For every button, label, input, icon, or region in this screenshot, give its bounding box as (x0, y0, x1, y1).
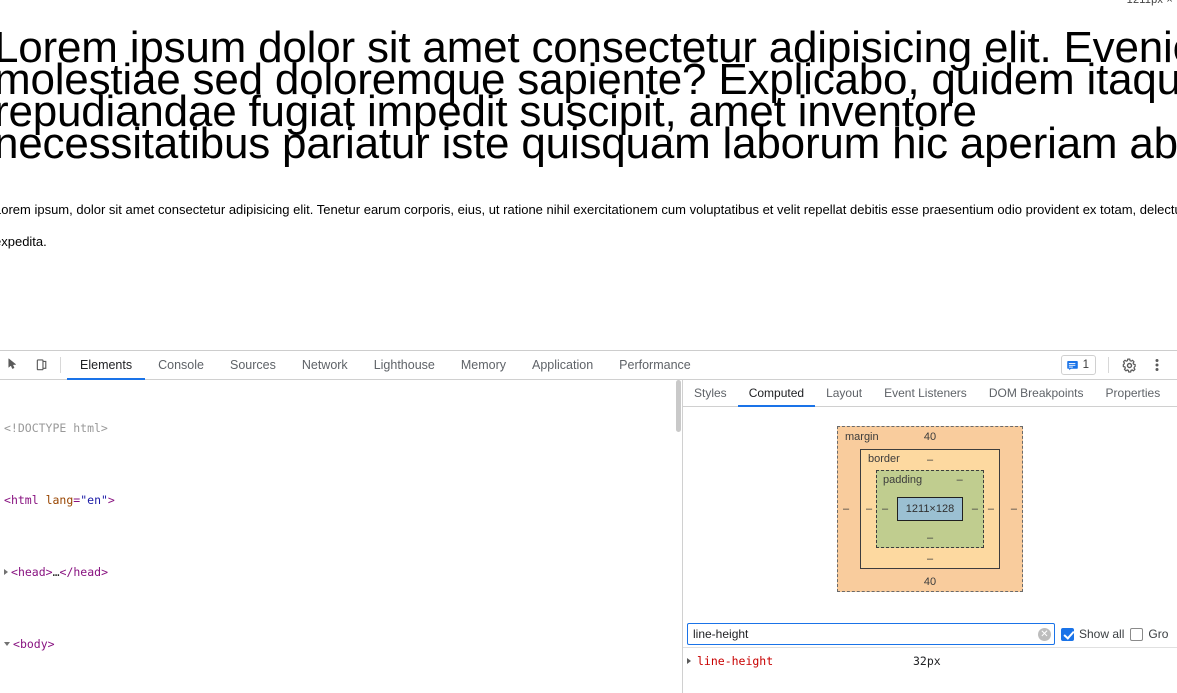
margin-left-value[interactable]: – (843, 503, 849, 515)
tab-styles[interactable]: Styles (683, 380, 738, 406)
dom-row-body[interactable]: <body> (0, 635, 682, 653)
property-value: 32px (913, 654, 941, 668)
gear-icon[interactable] (1115, 358, 1143, 373)
clear-icon[interactable]: ✕ (1038, 627, 1051, 641)
toolbar-divider (60, 357, 61, 373)
computed-property-row[interactable]: line-height 32px (683, 652, 1177, 670)
box-model-padding[interactable]: padding – – – – 1211×128 (876, 470, 984, 548)
head-close-tag-name: head (73, 565, 102, 579)
page-container: Lorem ipsum dolor sit amet consectetur a… (0, 0, 1177, 258)
console-message-badge[interactable]: 1 (1060, 355, 1096, 375)
scrollbar-thumb[interactable] (676, 380, 681, 432)
page-heading-p1: Lorem ipsum dolor sit amet consectetur a… (0, 23, 1177, 168)
collapse-triangle-icon[interactable] (4, 642, 10, 646)
more-tabs-icon[interactable]: » (1171, 380, 1177, 406)
property-name: line-height (697, 654, 774, 668)
tab-lighthouse[interactable]: Lighthouse (361, 351, 448, 379)
group-checkbox[interactable] (1130, 627, 1144, 641)
tab-application[interactable]: Application (519, 351, 606, 379)
page-paragraph-p2: Lorem ipsum, dolor sit amet consectetur … (0, 202, 1177, 249)
dom-row-doctype[interactable]: <!DOCTYPE html> (0, 419, 682, 437)
dom-row-head[interactable]: <head>…</head> (0, 563, 682, 581)
devtools-toolbar: Elements Console Sources Network Lightho… (0, 351, 1177, 380)
box-model-margin[interactable]: margin 40 40 – – border – – – – padding … (837, 426, 1023, 592)
devtools-panel: Elements Console Sources Network Lightho… (0, 350, 1177, 693)
collapsed-ellipsis: … (52, 565, 60, 579)
margin-label: margin (845, 431, 879, 443)
device-toolbar-icon[interactable] (28, 351, 56, 379)
message-count: 1 (1082, 359, 1089, 371)
kebab-menu-icon[interactable] (1143, 357, 1171, 373)
html-tag-name: html (10, 493, 39, 507)
filter-input[interactable] (693, 627, 1038, 641)
group-label: Gro (1148, 627, 1169, 641)
border-top-value[interactable]: – (927, 454, 933, 466)
filter-input-wrapper[interactable]: ✕ (687, 623, 1055, 645)
expand-triangle-icon[interactable] (4, 569, 8, 575)
border-right-value[interactable]: – (988, 503, 994, 515)
console-message-icon (1066, 360, 1078, 370)
dom-tree-pane: <!DOCTYPE html> <html lang="en"> <head>…… (0, 380, 683, 693)
lang-attr-name: lang (45, 493, 74, 507)
border-bottom-value[interactable]: – (927, 553, 933, 565)
doctype-token: <!DOCTYPE html> (4, 421, 108, 435)
border-left-value[interactable]: – (866, 503, 872, 515)
toolbar-divider-2 (1108, 357, 1109, 373)
padding-top-value[interactable]: – (957, 474, 963, 486)
padding-label: padding (883, 474, 923, 486)
tab-performance[interactable]: Performance (606, 351, 704, 379)
inspect-element-icon[interactable] (0, 351, 28, 379)
computed-properties-list: line-height 32px (683, 647, 1177, 693)
margin-top-value[interactable]: 40 (924, 431, 936, 443)
show-all-checkbox-wrapper[interactable]: Show all (1061, 627, 1124, 641)
padding-left-value[interactable]: – (882, 503, 888, 515)
head-tag-name: head (17, 565, 46, 579)
tab-layout[interactable]: Layout (815, 380, 873, 406)
margin-bottom-value[interactable]: 40 (924, 576, 936, 588)
box-model-diagram: margin 40 40 – – border – – – – padding … (683, 408, 1177, 605)
box-model-content-size[interactable]: 1211×128 (897, 497, 963, 521)
body-tag-name: body (19, 637, 48, 651)
computed-filter-bar: ✕ Show all Gro (683, 621, 1177, 647)
expand-triangle-icon-prop[interactable] (687, 658, 691, 664)
tab-dom-breakpoints[interactable]: DOM Breakpoints (978, 380, 1095, 406)
group-checkbox-wrapper[interactable]: Gro (1130, 627, 1168, 641)
show-all-checkbox[interactable] (1061, 627, 1074, 641)
sidebar-tab-bar: Styles Computed Layout Event Listeners D… (683, 380, 1177, 407)
dom-row-html[interactable]: <html lang="en"> (0, 491, 682, 509)
tab-event-listeners[interactable]: Event Listeners (873, 380, 978, 406)
padding-bottom-value[interactable]: – (927, 532, 933, 544)
border-label: border (868, 453, 900, 465)
toolbar-right-group: 1 (1060, 351, 1177, 379)
show-all-label: Show all (1079, 627, 1125, 641)
devtools-tab-bar: Elements Console Sources Network Lightho… (67, 351, 704, 380)
tab-elements[interactable]: Elements (67, 351, 146, 380)
styles-sidebar-pane: Styles Computed Layout Event Listeners D… (683, 380, 1177, 693)
margin-right-value[interactable]: – (1011, 503, 1017, 515)
tab-console[interactable]: Console (145, 351, 217, 379)
dom-tree-scrollbar[interactable] (675, 380, 682, 693)
box-model-border[interactable]: border – – – – padding – – – – 1211×128 (860, 449, 1000, 569)
tab-sources[interactable]: Sources (217, 351, 289, 379)
tab-network[interactable]: Network (289, 351, 361, 379)
tab-computed[interactable]: Computed (737, 380, 816, 407)
padding-right-value[interactable]: – (972, 503, 978, 515)
tab-memory[interactable]: Memory (448, 351, 519, 379)
tab-properties[interactable]: Properties (1095, 380, 1172, 406)
devtools-body: <!DOCTYPE html> <html lang="en"> <head>…… (0, 380, 1177, 693)
dom-tree: <!DOCTYPE html> <html lang="en"> <head>…… (0, 380, 682, 693)
lang-attr-value: "en" (80, 493, 108, 507)
rendered-page-area: 1211px × Lorem ipsum dolor sit amet cons… (0, 0, 1177, 350)
